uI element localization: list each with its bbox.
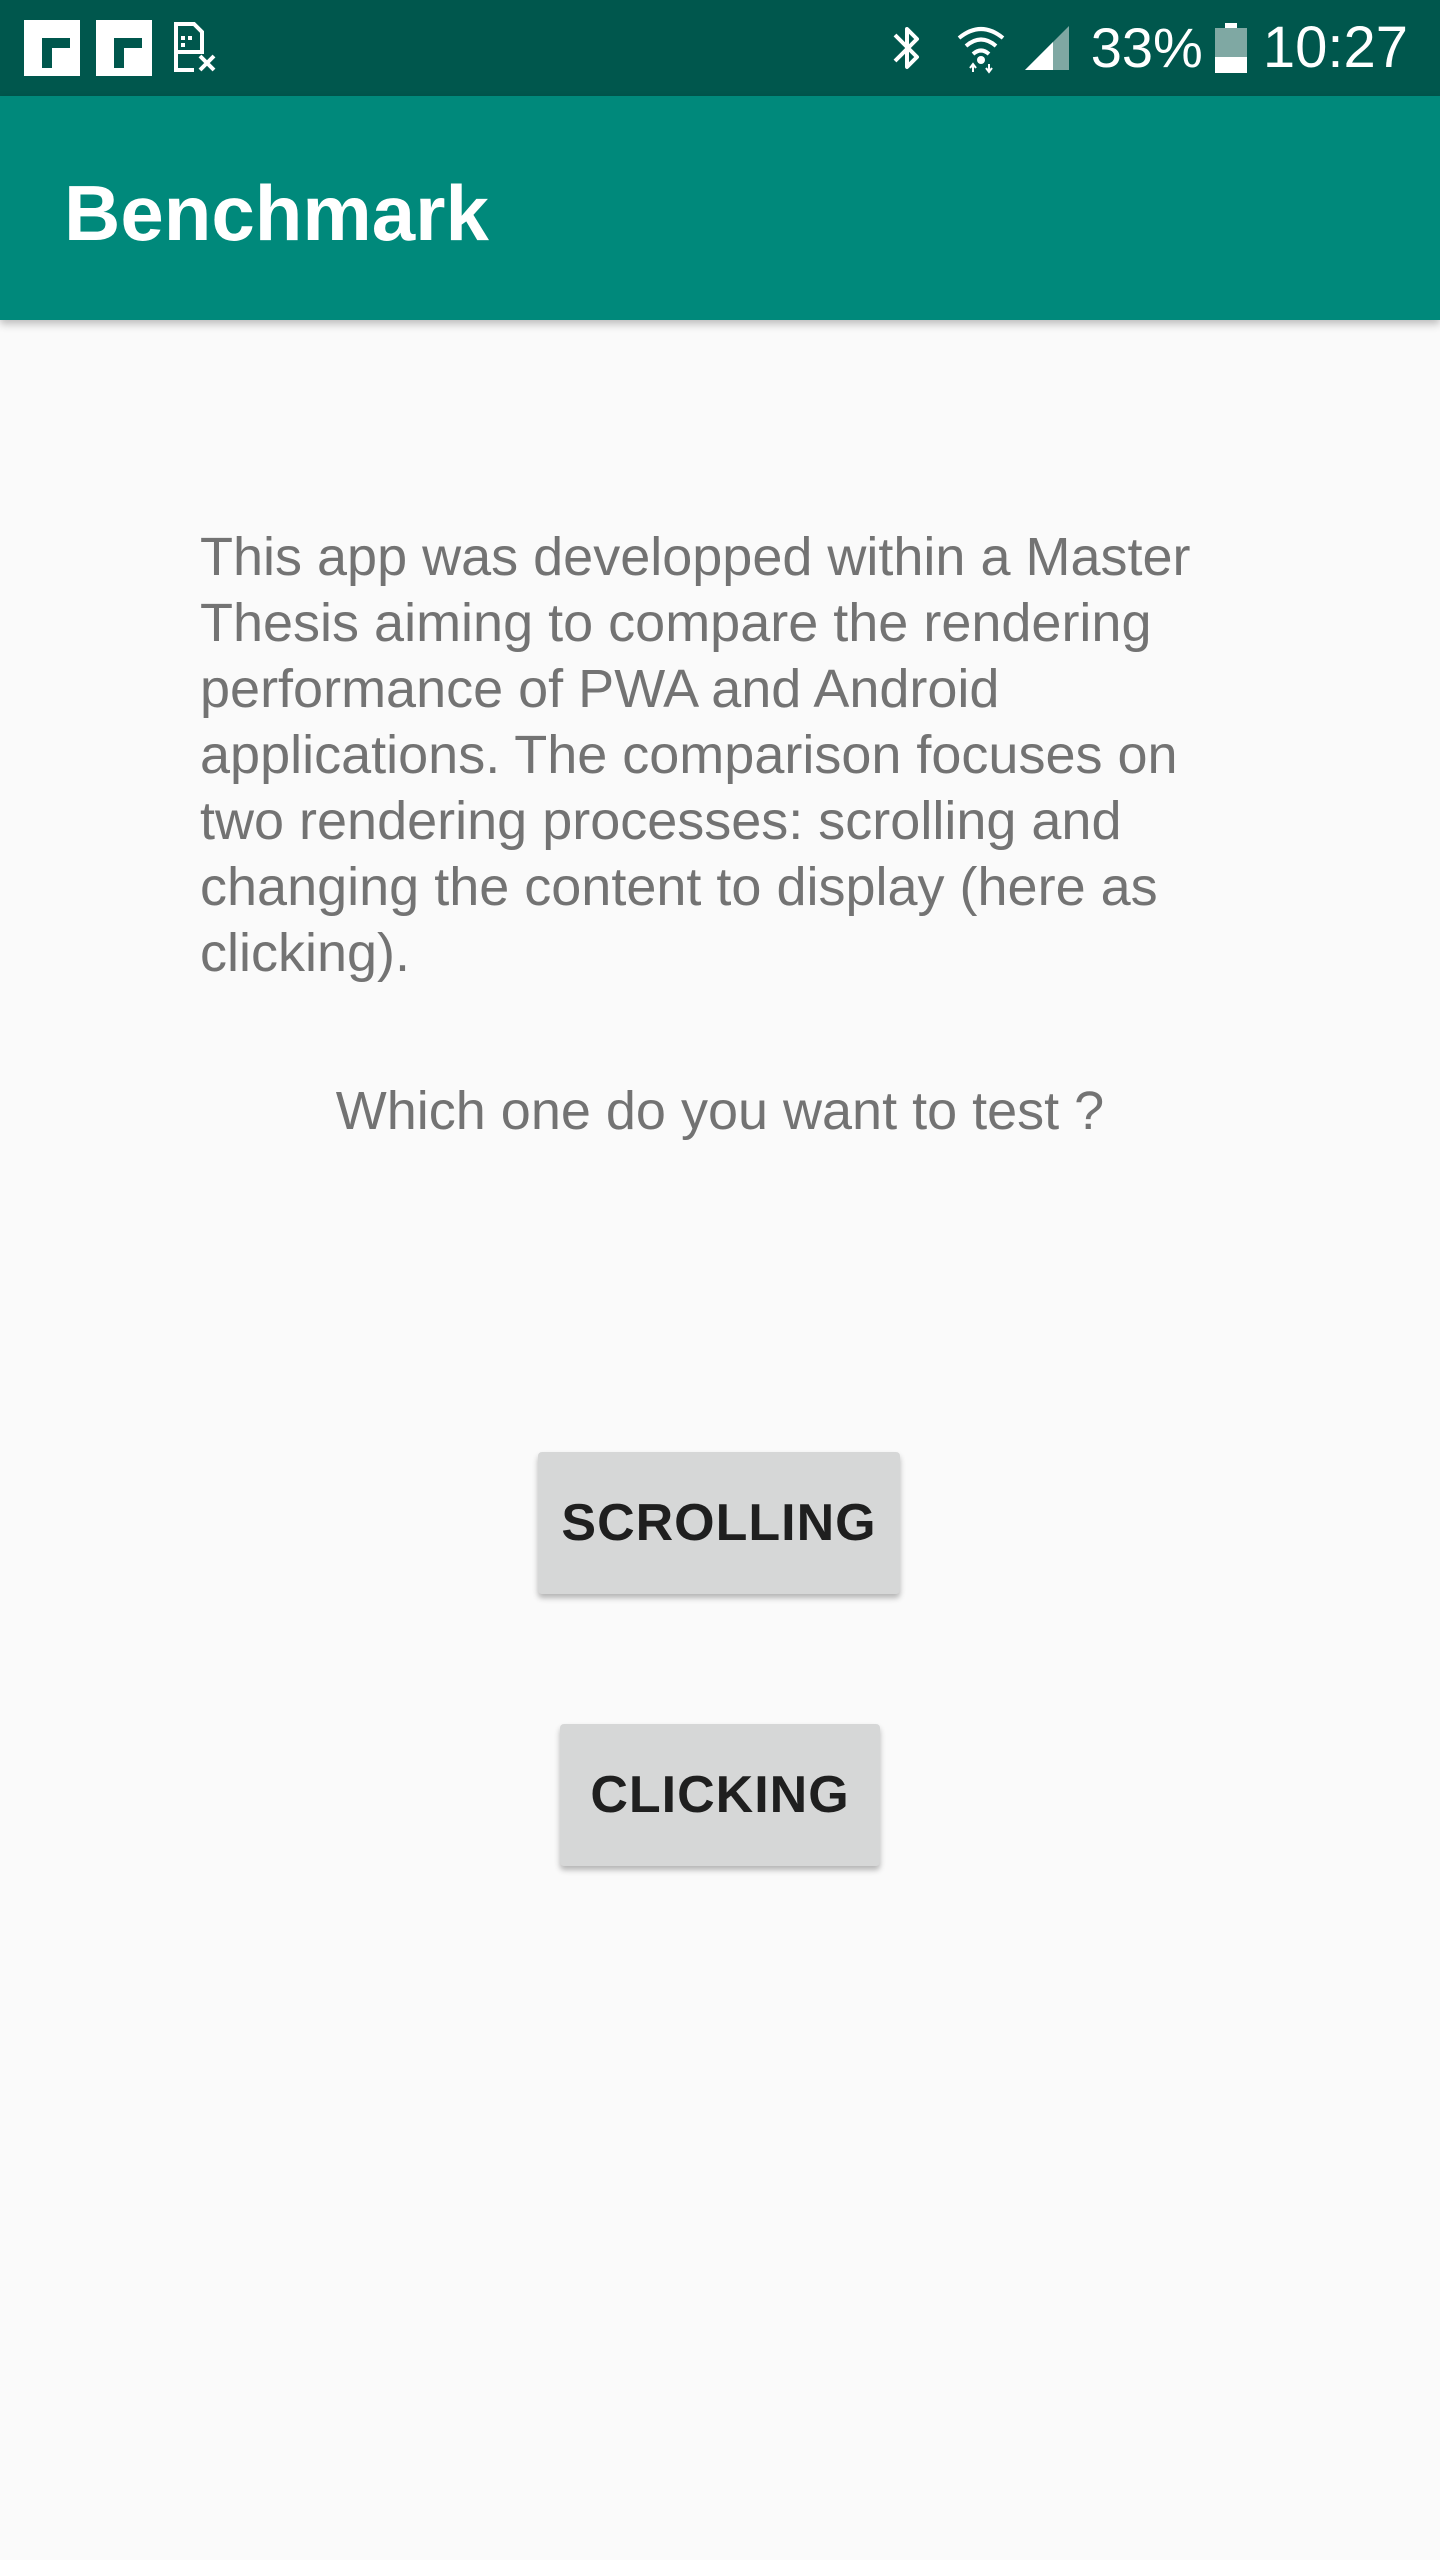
clock: 10:27 bbox=[1262, 15, 1408, 80]
notification-icons bbox=[24, 20, 218, 76]
bluetooth-icon bbox=[893, 27, 919, 69]
scrolling-button[interactable]: SCROLLING bbox=[538, 1452, 900, 1594]
no-sim-icon bbox=[174, 22, 216, 72]
system-status: 33% 10:27 bbox=[887, 18, 1408, 78]
app-title: Benchmark bbox=[64, 169, 489, 257]
battery-icon bbox=[1214, 23, 1247, 73]
flipboard-icon bbox=[24, 20, 80, 76]
description-text: This app was developped within a Master … bbox=[200, 527, 1191, 983]
battery-percentage: 33% bbox=[1090, 16, 1203, 79]
wifi-icon bbox=[957, 27, 1005, 74]
app-bar: Benchmark bbox=[0, 96, 1440, 320]
clicking-button[interactable]: CLICKING bbox=[560, 1724, 880, 1866]
flipboard-icon bbox=[96, 20, 152, 76]
status-bar: 33% 10:27 bbox=[0, 0, 1440, 96]
question-text: Which one do you want to test ? bbox=[335, 1081, 1105, 1141]
signal-icon bbox=[1024, 26, 1069, 70]
